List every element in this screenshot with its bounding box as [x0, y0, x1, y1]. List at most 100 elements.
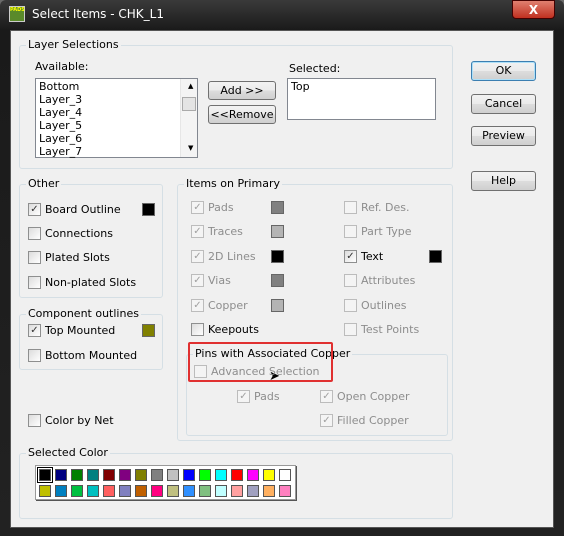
bottom-mounted-checkbox[interactable]: Bottom Mounted [28, 349, 137, 362]
color-by-net-checkbox[interactable]: Color by Net [28, 414, 114, 427]
text-color-swatch[interactable] [429, 250, 442, 263]
list-item[interactable]: Top [288, 80, 435, 93]
checkbox-box[interactable] [28, 349, 41, 362]
scroll-up-icon[interactable]: ▲ [185, 80, 193, 93]
pads-color-swatch[interactable] [271, 201, 284, 214]
window-title: Select Items - CHK_L1 [32, 7, 164, 21]
color-cell[interactable] [167, 469, 179, 481]
color-cell[interactable] [151, 469, 163, 481]
ok-button[interactable]: OK [471, 61, 536, 81]
vias-color-swatch[interactable] [271, 274, 284, 287]
available-scrollbar[interactable]: ▲ ▼ [180, 79, 197, 157]
copper-color-swatch[interactable] [271, 299, 284, 312]
checkbox-label: Plated Slots [45, 251, 110, 264]
color-cell[interactable] [55, 469, 67, 481]
checkbox-label: Pads [208, 201, 234, 214]
cancel-button[interactable]: Cancel [471, 94, 536, 114]
color-cell[interactable] [183, 485, 195, 497]
list-item[interactable]: Layer_3 [36, 93, 197, 106]
2d-lines-color-swatch[interactable] [271, 250, 284, 263]
scroll-down-icon[interactable]: ▼ [185, 142, 193, 155]
available-listbox[interactable]: ▲ ▼ Bottom Layer_3 Layer_4 Layer_5 Layer_6 La… [35, 78, 198, 158]
board-outline-checkbox[interactable]: ✓ Board Outline [28, 203, 121, 216]
preview-button[interactable]: Preview [471, 126, 536, 146]
dialog-body: Layer Selections Available: ▲ ▼ Bottom La… [10, 30, 554, 528]
close-button[interactable]: X [512, 0, 555, 19]
help-button[interactable]: Help [471, 171, 536, 191]
checkbox-box[interactable]: ✓ [28, 324, 41, 337]
checkbox-label: Non-plated Slots [45, 276, 137, 289]
selected-listbox[interactable]: Top [287, 78, 436, 120]
color-cell[interactable] [231, 485, 243, 497]
color-cell[interactable] [231, 469, 243, 481]
checkbox-box [344, 225, 357, 238]
color-palette[interactable] [35, 465, 296, 500]
checkbox-label: Filled Copper [337, 414, 409, 427]
checkbox-box[interactable] [28, 276, 41, 289]
app-icon: PADS [9, 6, 25, 22]
color-cell[interactable] [247, 469, 259, 481]
color-cell[interactable] [119, 469, 131, 481]
ref-des-checkbox: Ref. Des. [344, 201, 409, 214]
checkbox-box[interactable] [28, 251, 41, 264]
color-cell[interactable] [215, 469, 227, 481]
color-cell[interactable] [135, 469, 147, 481]
checkbox-box[interactable]: ✓ [28, 203, 41, 216]
connections-checkbox[interactable]: Connections [28, 227, 113, 240]
color-cell[interactable] [87, 469, 99, 481]
top-mounted-checkbox[interactable]: ✓ Top Mounted [28, 324, 115, 337]
checkbox-label: Top Mounted [45, 324, 116, 337]
checkbox-box [194, 365, 207, 378]
color-cell[interactable] [263, 469, 275, 481]
checkbox-box [344, 201, 357, 214]
top-mounted-color-swatch[interactable] [142, 324, 155, 337]
color-cell[interactable] [71, 485, 83, 497]
checkbox-box: ✓ [191, 250, 204, 263]
checkbox-box[interactable] [28, 414, 41, 427]
color-cell[interactable] [215, 485, 227, 497]
traces-color-swatch[interactable] [271, 225, 284, 238]
list-item[interactable]: Layer_6 [36, 132, 197, 145]
keepouts-checkbox[interactable]: Keepouts [191, 323, 259, 336]
checkbox-box[interactable] [191, 323, 204, 336]
list-item[interactable]: Layer_5 [36, 119, 197, 132]
title-bar[interactable]: PADS Select Items - CHK_L1 X [0, 0, 564, 30]
non-plated-slots-checkbox[interactable]: Non-plated Slots [28, 276, 136, 289]
color-cell[interactable] [199, 469, 211, 481]
advanced-selection-checkbox: Advanced Selection [194, 365, 320, 378]
color-cell[interactable] [199, 485, 211, 497]
color-cell[interactable] [55, 485, 67, 497]
plated-slots-checkbox[interactable]: Plated Slots [28, 251, 110, 264]
color-cell[interactable] [37, 467, 53, 483]
checkbox-label: Text [361, 250, 384, 263]
color-cell[interactable] [103, 485, 115, 497]
remove-button[interactable]: <<Remove [208, 105, 276, 124]
checkbox-label: Connections [45, 227, 113, 240]
board-outline-color-swatch[interactable] [142, 203, 155, 216]
color-cell[interactable] [247, 485, 259, 497]
add-button[interactable]: Add >> [208, 81, 276, 100]
color-cell[interactable] [151, 485, 163, 497]
color-cell[interactable] [39, 485, 51, 497]
color-cell[interactable] [87, 485, 99, 497]
color-cell[interactable] [263, 485, 275, 497]
color-cell[interactable] [135, 485, 147, 497]
checkbox-box[interactable] [28, 227, 41, 240]
color-cell[interactable] [279, 485, 291, 497]
checkbox-box [344, 299, 357, 312]
list-item[interactable]: Bottom [36, 80, 197, 93]
color-cell[interactable] [103, 469, 115, 481]
dialog-window: PADS Select Items - CHK_L1 X Layer Selec… [0, 0, 564, 536]
scroll-thumb[interactable] [182, 97, 196, 111]
checkbox-box: ✓ [191, 299, 204, 312]
color-cell[interactable] [183, 469, 195, 481]
checkbox-box: ✓ [191, 201, 204, 214]
color-cell[interactable] [279, 469, 291, 481]
text-checkbox[interactable]: ✓ Text [344, 250, 383, 263]
color-cell[interactable] [71, 469, 83, 481]
checkbox-box[interactable]: ✓ [344, 250, 357, 263]
list-item[interactable]: Layer_7 [36, 145, 197, 158]
color-cell[interactable] [119, 485, 131, 497]
color-cell[interactable] [167, 485, 179, 497]
list-item[interactable]: Layer_4 [36, 106, 197, 119]
